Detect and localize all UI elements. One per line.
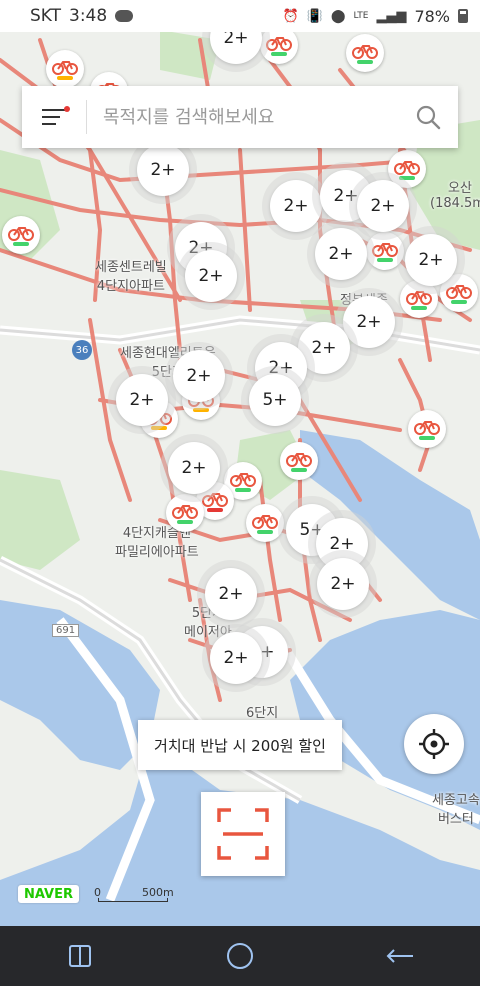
system-nav-bar [0,926,480,986]
menu-button[interactable] [22,86,86,148]
bike-battery-indicator [235,487,251,492]
cluster-marker[interactable]: 5+ [249,374,301,426]
cluster-marker[interactable]: 2+ [315,228,367,280]
naver-logo: NAVER [18,885,80,903]
bike-marker[interactable] [280,442,318,480]
cluster-marker[interactable]: 2+ [210,632,262,684]
bike-marker[interactable] [246,504,284,542]
cluster-marker[interactable]: 2+ [405,234,457,286]
back-button[interactable] [370,926,430,986]
scale-line [98,898,168,902]
cluster-marker[interactable]: 2+ [116,374,168,426]
recent-apps-button[interactable] [50,926,110,986]
bike-icon [372,242,398,257]
bike-battery-indicator [399,175,415,180]
battery-icon [458,9,468,23]
bike-battery-indicator [357,59,373,64]
clock: 3:48 [69,6,108,26]
cluster-marker[interactable]: 2+ [205,568,257,620]
bike-icon [446,284,472,299]
alarm-icon: ⏰ [282,8,299,24]
bike-battery-indicator [207,507,223,512]
search-bar [22,86,458,148]
bike-battery-indicator [177,519,193,524]
home-button[interactable] [210,926,270,986]
bike-battery-indicator [271,51,287,56]
recent-apps-icon [69,945,91,967]
bike-marker[interactable] [346,34,384,72]
road-691-badge: 691 [52,624,80,637]
label-osan: 오산 (184.5m) [430,181,480,211]
location-icon: ⬤ [330,8,346,24]
cluster-marker[interactable]: 2+ [173,350,225,402]
back-icon [386,949,413,963]
cluster-marker[interactable]: 2+ [270,180,322,232]
bike-marker[interactable] [2,216,40,254]
label-6danji-apt: 6단지 [246,706,279,721]
bike-marker[interactable] [166,494,204,532]
status-bar: SKT 3:48 ⏰ 📳 ⬤ LTE ▂▄▆ 78% [0,0,480,32]
crosshair-icon [419,729,449,759]
map-scale-bar: 0 500m [94,886,174,904]
bike-icon [252,514,278,529]
bike-icon [406,290,432,305]
bike-icon [414,420,440,435]
bike-battery-indicator [419,435,435,440]
bike-battery-indicator [257,529,273,534]
hamburger-menu-icon [42,109,66,125]
bike-icon [172,504,198,519]
route-36-badge: 36 [72,340,92,360]
bike-battery-indicator [411,305,427,310]
bike-battery-indicator [377,257,393,262]
bike-icon [286,452,312,467]
destination-search-input[interactable] [87,86,398,148]
bike-icon [266,36,292,51]
cluster-marker[interactable]: 2+ [357,180,409,232]
bike-icon [394,160,420,175]
scan-frame-icon [217,808,269,860]
bike-battery-indicator [13,241,29,246]
bike-battery-indicator [451,299,467,304]
promo-text: 거치대 반납 시 200원 할인 [154,736,326,755]
talk-notification-icon [115,10,134,22]
network-type: LTE [353,11,369,21]
bike-battery-indicator [57,75,73,80]
signal-icon: ▂▄▆ [376,8,407,24]
bike-battery-indicator [291,467,307,472]
qr-scan-button[interactable] [201,792,285,876]
my-location-button[interactable] [404,714,464,774]
promo-banner[interactable]: 거치대 반납 시 200원 할인 [138,720,342,770]
bike-battery-indicator [193,407,209,412]
label-bus-terminal: 세종고속 버스터 [432,793,480,827]
bike-marker[interactable] [366,232,404,270]
bike-icon [230,472,256,487]
vibrate-icon: 📳 [306,8,323,24]
bike-icon [352,44,378,59]
bike-marker[interactable] [408,410,446,448]
home-icon [227,943,253,969]
cluster-marker[interactable]: 2+ [317,558,369,610]
label-centreville-apt: 세종센트레빌 4단지아파트 [95,260,167,294]
bike-icon [52,60,78,75]
cluster-marker[interactable]: 2+ [168,442,220,494]
bike-icon [202,492,228,507]
carrier-label: SKT [30,6,62,26]
bike-battery-indicator [151,425,167,430]
cluster-marker[interactable]: 2+ [185,250,237,302]
bike-marker[interactable] [46,50,84,88]
cluster-marker[interactable]: 2+ [343,296,395,348]
search-button[interactable] [398,86,458,148]
battery-percent: 78% [414,6,450,26]
cluster-marker[interactable]: 2+ [137,144,189,196]
search-icon [416,105,441,130]
notification-dot [64,106,70,112]
bike-icon [8,226,34,241]
